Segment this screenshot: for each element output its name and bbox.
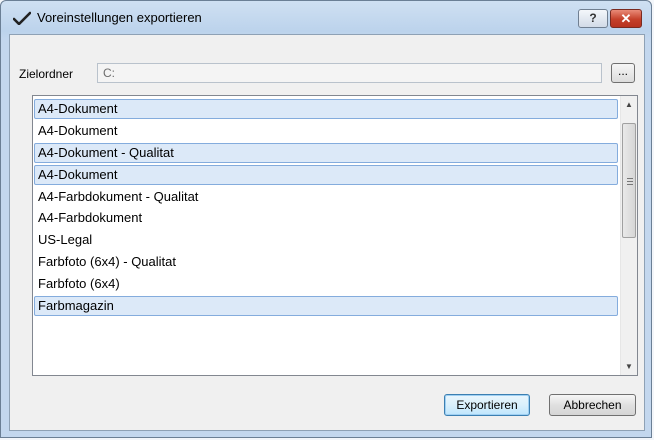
cancel-button[interactable]: Abbrechen	[549, 394, 636, 416]
grip-line	[627, 184, 633, 185]
preset-list-item[interactable]: A4-Dokument	[34, 164, 618, 185]
preset-list-item[interactable]: A4-Farbdokument - Qualitat	[34, 187, 618, 207]
vertical-scrollbar[interactable]: ▲ ▼	[620, 96, 637, 375]
export-button[interactable]: Exportieren	[444, 394, 530, 416]
close-button[interactable]: ✕	[610, 9, 642, 28]
grip-line	[627, 181, 633, 182]
preset-list-item[interactable]: A4-Dokument	[34, 121, 618, 141]
preset-list-item[interactable]: US-Legal	[34, 230, 618, 250]
browse-button[interactable]: ...	[611, 63, 635, 83]
target-folder-input[interactable]: C:	[97, 63, 602, 83]
help-button[interactable]: ?	[578, 9, 608, 28]
preset-list-item[interactable]: Farbfoto (6x4)	[34, 274, 618, 294]
preset-list-item[interactable]: Farbfoto (6x4) - Qualitat	[34, 252, 618, 272]
preset-list[interactable]: A4-Dokument A4-Dokument A4-Dokument - Qual…	[32, 95, 638, 376]
window-title: Voreinstellungen exportieren	[37, 10, 202, 25]
preset-list-items: A4-Dokument A4-Dokument A4-Dokument - Qual…	[34, 99, 618, 318]
preset-list-item[interactable]: A4-Dokument - Qualitat	[34, 142, 618, 163]
target-folder-label: Zielordner	[19, 67, 74, 81]
scroll-up-arrow-icon[interactable]: ▲	[621, 96, 637, 113]
preset-list-item[interactable]: A4-Dokument	[34, 99, 618, 119]
grip-line	[627, 178, 633, 179]
title-bar: Voreinstellungen exportieren ? ✕	[1, 1, 651, 35]
checkmark-app-icon	[12, 11, 32, 26]
preset-list-item[interactable]: A4-Farbdokument	[34, 208, 618, 228]
preset-list-item[interactable]: Farbmagazin	[34, 296, 618, 317]
scrollbar-thumb[interactable]	[622, 123, 636, 238]
scroll-down-arrow-icon[interactable]: ▼	[621, 358, 637, 375]
